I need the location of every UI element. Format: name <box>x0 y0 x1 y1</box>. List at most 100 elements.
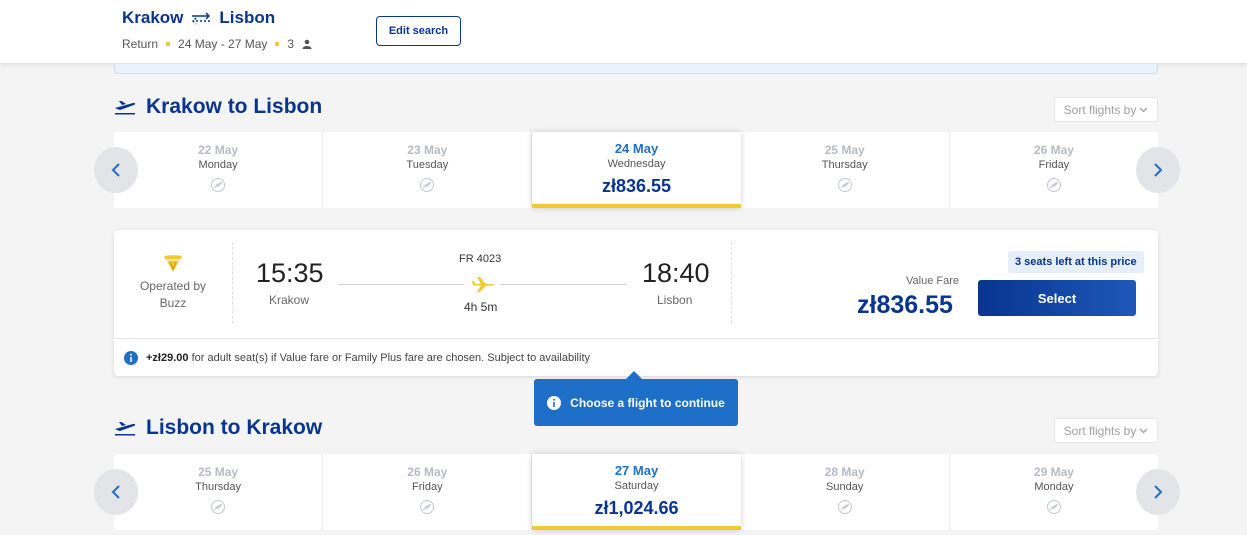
weekday-label: Monday <box>1034 481 1074 493</box>
date-option[interactable]: 22 May Monday <box>114 132 324 208</box>
date-option[interactable]: 26 May Friday <box>323 454 533 530</box>
next-dates-button[interactable] <box>1136 469 1180 515</box>
notice-body: for adult seat(s) if Value fare or Famil… <box>191 351 591 364</box>
next-dates-button[interactable] <box>1136 147 1180 193</box>
no-flights-icon <box>1046 500 1061 514</box>
weekday-label: Wednesday <box>607 158 666 170</box>
date-label: 25 May <box>198 465 239 479</box>
previous-dates-button[interactable] <box>94 147 138 193</box>
no-flights-icon <box>211 178 226 192</box>
flight-duration: 4h 5m <box>464 300 498 314</box>
date-price: zł1,024.66 <box>594 498 679 518</box>
fare-type-label: Value Fare <box>906 275 959 287</box>
selected-indicator <box>532 204 741 208</box>
date-label: 25 May <box>824 143 865 157</box>
outbound-title: Krakow to Lisbon <box>146 95 323 118</box>
notice-amount: +zł29.00 <box>146 351 189 364</box>
chevron-left-icon <box>111 485 120 499</box>
departure-city: Krakow <box>269 293 310 307</box>
date-option[interactable]: 25 May Thursday <box>114 454 324 530</box>
date-option[interactable]: 23 May Tuesday <box>323 132 533 208</box>
separator-dot <box>275 42 280 46</box>
no-flights-icon <box>211 500 226 514</box>
weekday-label: Sunday <box>826 481 864 493</box>
date-label: 28 May <box>824 465 865 479</box>
departure-plane-icon <box>115 422 136 436</box>
destination-label: Lisbon <box>219 8 276 27</box>
date-option[interactable]: 25 May Thursday <box>741 132 950 208</box>
info-banner <box>114 64 1158 74</box>
return-title: Lisbon to Krakow <box>146 416 323 439</box>
choose-flight-tooltip: Choose a flight to continue <box>534 371 738 426</box>
chevron-down-icon <box>1139 107 1148 112</box>
tooltip-text: Choose a flight to continue <box>570 395 725 410</box>
arrival-city: Lisbon <box>657 293 693 307</box>
date-option-selected[interactable]: 24 May Wednesday zł836.55 <box>532 132 741 208</box>
date-label: 29 May <box>1033 465 1074 479</box>
no-flights-icon <box>837 500 852 514</box>
chevron-right-icon <box>1154 163 1163 177</box>
return-heading: Lisbon to Krakow <box>114 416 322 440</box>
chevron-left-icon <box>111 163 120 177</box>
route-title: Krakow Lisbon <box>122 8 275 28</box>
weekday-label: Monday <box>198 159 238 171</box>
no-flights-icon <box>420 500 435 514</box>
date-option[interactable]: 26 May Friday <box>950 132 1158 208</box>
sort-flights-dropdown[interactable]: Sort flights by <box>1054 418 1158 443</box>
chevron-down-icon <box>1139 428 1148 433</box>
flight-number: FR 4023 <box>459 253 502 265</box>
date-price: zł836.55 <box>601 176 672 196</box>
airline-logo-icon <box>164 255 182 272</box>
notice-text: +zł29.00 for adult seat(s) if Value fare… <box>146 352 590 364</box>
no-flights-icon <box>837 178 852 192</box>
sort-flights-dropdown[interactable]: Sort flights by <box>1054 97 1158 122</box>
date-label: 22 May <box>198 143 239 157</box>
date-option[interactable]: 29 May Monday <box>950 454 1158 530</box>
date-label: 27 May <box>614 463 659 478</box>
weekday-label: Thursday <box>195 481 242 493</box>
sort-label: Sort flights by <box>1063 423 1137 438</box>
separator-dot <box>166 42 171 46</box>
previous-dates-button[interactable] <box>94 469 138 515</box>
trip-dates: 24 May - 27 May <box>178 37 268 51</box>
select-flight-button[interactable]: Select <box>978 280 1136 316</box>
info-icon <box>547 395 562 410</box>
date-label: 26 May <box>407 465 448 479</box>
date-option[interactable]: 28 May Sunday <box>741 454 950 530</box>
plane-icon <box>471 277 495 292</box>
weekday-label: Tuesday <box>406 159 449 171</box>
date-option-selected[interactable]: 27 May Saturday zł1,024.66 <box>532 454 741 530</box>
departure-time: 15:35 <box>256 258 324 288</box>
route-line <box>338 284 464 285</box>
operator-info: Operated by Buzz <box>114 242 233 324</box>
outbound-date-carousel: 22 May Monday 23 May Tuesday 24 May Wedn… <box>114 132 1158 208</box>
seats-left-badge: 3 seats left at this price <box>1008 251 1144 273</box>
sort-label: Sort flights by <box>1063 102 1137 117</box>
edit-search-button[interactable]: Edit search <box>376 16 461 46</box>
date-label: 23 May <box>407 143 448 157</box>
round-trip-icon <box>192 12 211 25</box>
trip-type: Return <box>122 37 159 51</box>
outbound-heading: Krakow to Lisbon <box>114 95 322 119</box>
selected-indicator <box>532 526 741 530</box>
weekday-label: Friday <box>1038 159 1070 171</box>
weekday-label: Friday <box>412 481 443 493</box>
fare-price: zł836.55 <box>857 291 953 319</box>
flight-card: Operated by Buzz 15:35 Krakow FR 4023 4h… <box>114 230 1158 376</box>
date-label: 26 May <box>1033 143 1074 157</box>
passenger-count: 3 <box>287 37 295 51</box>
route-line <box>500 284 626 285</box>
origin-label: Krakow <box>122 8 184 27</box>
person-icon <box>302 39 312 49</box>
date-label: 24 May <box>614 141 659 156</box>
chevron-right-icon <box>1154 485 1163 499</box>
divider <box>731 242 732 324</box>
weekday-label: Thursday <box>821 159 868 171</box>
no-flights-icon <box>1046 178 1061 192</box>
weekday-label: Saturday <box>614 480 659 492</box>
arrival-time: 18:40 <box>642 258 710 288</box>
departure-plane-icon <box>115 101 136 115</box>
trip-details: Return 24 May - 27 May 3 <box>122 37 312 51</box>
operator-name: Buzz <box>159 296 187 310</box>
info-icon <box>124 350 138 365</box>
